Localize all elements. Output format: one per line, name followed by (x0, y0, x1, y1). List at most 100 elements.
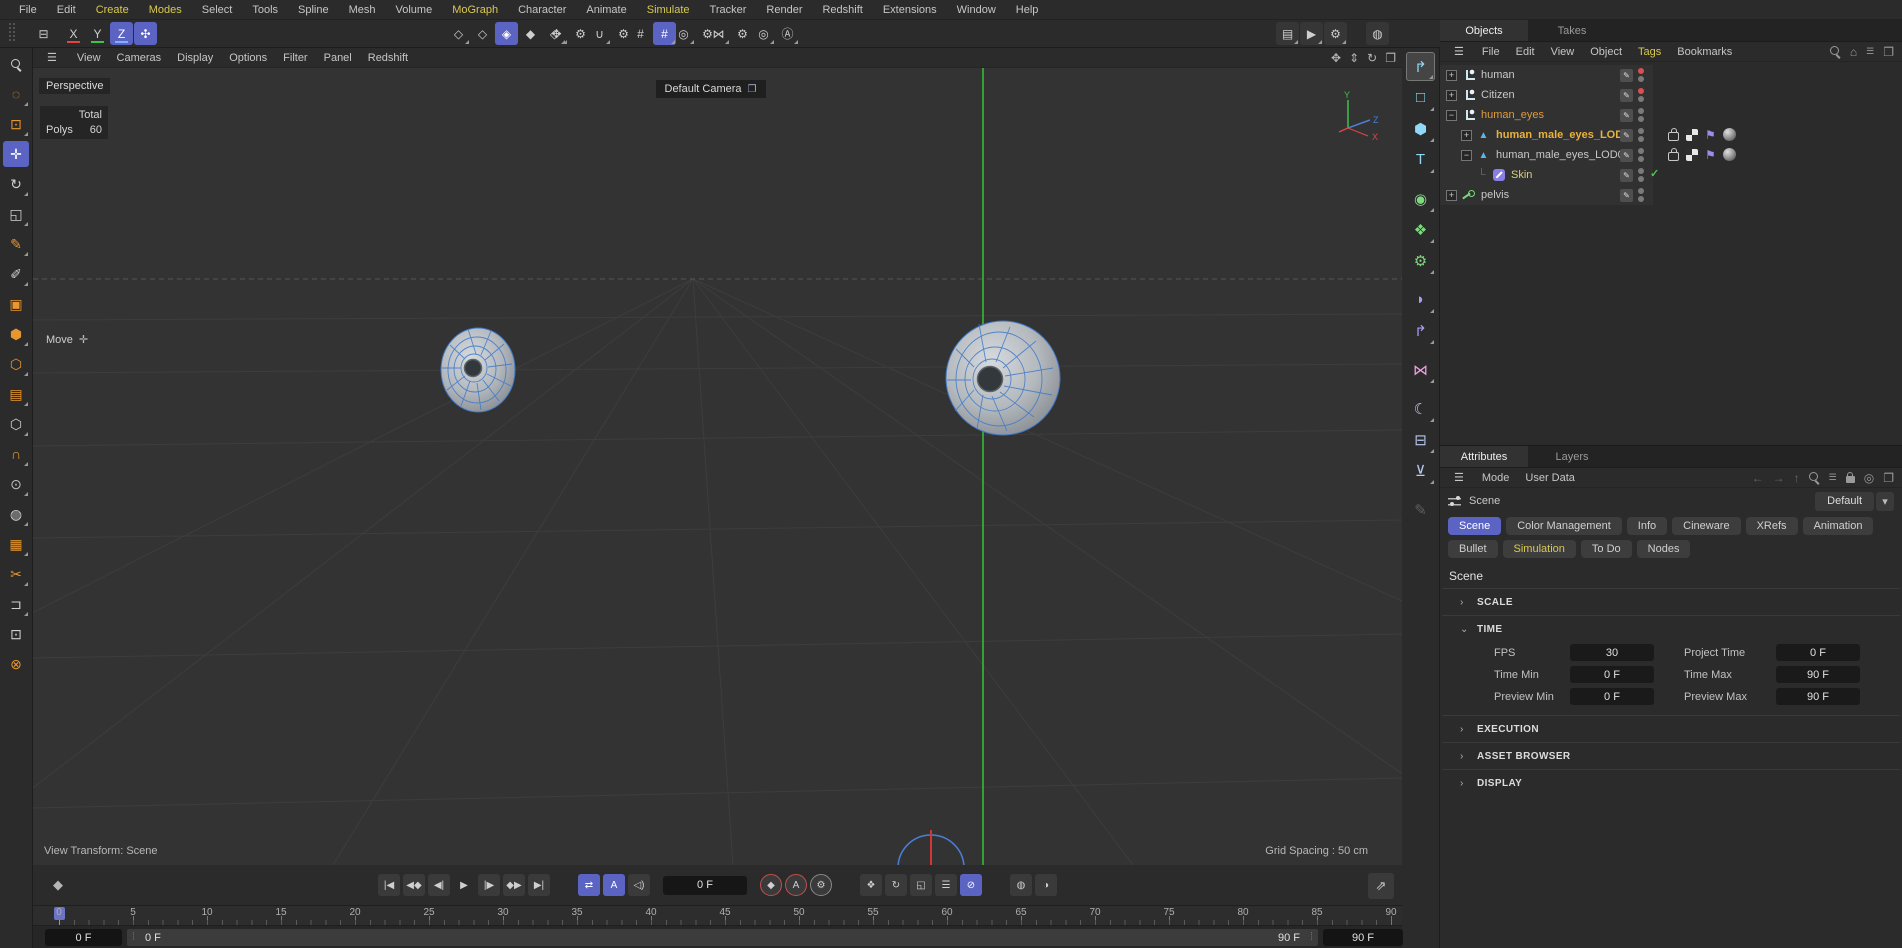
menu-animate[interactable]: Animate (577, 2, 635, 18)
previous-key-button[interactable]: ◀◆ (403, 874, 425, 896)
visibility-dot[interactable] (1638, 88, 1644, 94)
menu-volume[interactable]: Volume (387, 2, 442, 18)
current-frame-field[interactable]: 0 F (45, 929, 122, 946)
dynamics-gear-icon[interactable]: ⚙ (731, 22, 754, 45)
archive-icon[interactable]: ⊟ (32, 22, 55, 45)
viewport-canvas[interactable]: Perspective Total Polys 60 Default Camer… (33, 68, 1402, 865)
view-name-label[interactable]: Perspective (39, 78, 110, 94)
field-project-time[interactable]: 0 F (1776, 644, 1860, 661)
field-object-icon[interactable]: ◉ (1406, 184, 1435, 213)
previous-frame-button[interactable]: ◀| (428, 874, 450, 896)
up-arrow-icon[interactable]: ↑ (1794, 471, 1800, 485)
timeline-ruler[interactable]: 051015202530354045505560657075808590 (33, 905, 1402, 925)
visibility-dot[interactable] (1638, 128, 1644, 134)
volume-object-icon[interactable]: ❖ (1406, 215, 1435, 244)
model-mode-button[interactable]: ◇ (471, 22, 494, 45)
viewport-menu-redshift[interactable]: Redshift (360, 50, 416, 66)
popout-icon[interactable]: ❐ (1883, 471, 1894, 485)
expand-icon[interactable]: + (1446, 90, 1457, 101)
tree-row-pelvis[interactable]: +pelvis✎ (1440, 185, 1902, 205)
collapse-icon[interactable]: − (1461, 150, 1472, 161)
section-header[interactable]: ⌄TIME (1442, 616, 1900, 642)
menu-redshift[interactable]: Redshift (813, 2, 871, 18)
filter-icon[interactable]: ☰ (1829, 472, 1837, 483)
visibility-dot[interactable] (1638, 176, 1644, 182)
rectangle-selection-tool[interactable]: ⊡ (3, 111, 29, 137)
section-header[interactable]: ›EXECUTION (1442, 716, 1900, 742)
visibility-dot[interactable] (1638, 108, 1644, 114)
viewport-menu-filter[interactable]: Filter (275, 50, 315, 66)
move-tool[interactable]: ✛ (3, 141, 29, 167)
viewport-menu-options[interactable]: Options (221, 50, 275, 66)
menu-character[interactable]: Character (509, 2, 575, 18)
visibility-dot[interactable] (1638, 188, 1644, 194)
menu-file[interactable]: File (10, 2, 46, 18)
magnet-snap-button[interactable]: ∪ (588, 22, 611, 45)
tweak-tool[interactable]: ▣ (3, 291, 29, 317)
attr-tab-color-management[interactable]: Color Management (1506, 517, 1622, 535)
visibility-dot[interactable] (1638, 196, 1644, 202)
section-header[interactable]: ›DISPLAY (1442, 770, 1900, 796)
spline-pen-tool[interactable]: ✐ (3, 261, 29, 287)
goto-start-button[interactable]: |◀ (378, 874, 400, 896)
menu-mesh[interactable]: Mesh (340, 2, 385, 18)
object-menu-edit[interactable]: Edit (1508, 45, 1543, 59)
menu-extensions[interactable]: Extensions (874, 2, 946, 18)
key-pla-button[interactable]: ⊘ (960, 874, 982, 896)
attr-tab-animation[interactable]: Animation (1803, 517, 1874, 535)
menu-edit[interactable]: Edit (48, 2, 85, 18)
cloth-iron-tool[interactable]: ⊐ (3, 591, 29, 617)
visibility-dot[interactable] (1638, 76, 1644, 82)
workplane-grid-button[interactable]: # (629, 22, 652, 45)
texture-mode-button[interactable]: ◆ (519, 22, 542, 45)
pen-tool[interactable]: ✎ (3, 231, 29, 257)
viewport-menu-display[interactable]: Display (169, 50, 221, 66)
dynamics-button[interactable]: ⋈ (707, 22, 730, 45)
key-position-button[interactable]: ❖ (860, 874, 882, 896)
maximize-view-icon[interactable]: ❐ (1385, 51, 1396, 65)
field-preview-max[interactable]: 90 F (1776, 688, 1860, 705)
deformer-object-icon[interactable]: ◗ (1406, 285, 1435, 314)
menu-tracker[interactable]: Tracker (701, 2, 756, 18)
attr-tab-simulation[interactable]: Simulation (1503, 540, 1576, 558)
menu-select[interactable]: Select (193, 2, 242, 18)
phong-tag-icon[interactable]: ⚑ (1705, 129, 1716, 141)
visibility-dots[interactable] (1638, 108, 1644, 122)
eyeball-mesh-right[interactable] (946, 321, 1060, 435)
menu-spline[interactable]: Spline (289, 2, 338, 18)
visibility-dots[interactable] (1638, 148, 1644, 162)
back-arrow-icon[interactable]: ← (1752, 471, 1764, 485)
viewport-menu-panel[interactable]: Panel (316, 50, 360, 66)
search-icon[interactable] (1830, 46, 1841, 57)
uvw-tag-icon[interactable] (1686, 149, 1698, 161)
play-mode-button[interactable]: A (603, 874, 625, 896)
tree-row-human_male_eyes_lod1[interactable]: +▲human_male_eyes_LOD1✎⚑ (1440, 125, 1902, 145)
camera-swap-icon[interactable]: ❐ (748, 84, 757, 95)
object-menu-object[interactable]: Object (1582, 45, 1630, 59)
attribute-menu-user-data[interactable]: User Data (1517, 471, 1583, 485)
volume-builder-tool[interactable]: ▦ (3, 531, 29, 557)
knife-tool[interactable]: ✂ (3, 561, 29, 587)
visibility-dots[interactable] (1638, 88, 1644, 102)
section-header[interactable]: ›SCALE (1442, 589, 1900, 615)
layer-edit-icon[interactable]: ✎ (1620, 149, 1633, 162)
object-menu-bookmarks[interactable]: Bookmarks (1669, 45, 1740, 59)
fcurve-editor-button[interactable]: ⇗ (1368, 873, 1394, 899)
menu-help[interactable]: Help (1007, 2, 1048, 18)
sound-button[interactable]: ◁) (628, 874, 650, 896)
visibility-dot[interactable] (1638, 168, 1644, 174)
key-scale-button[interactable]: ◱ (910, 874, 932, 896)
null-object-icon[interactable]: ↱ (1406, 52, 1435, 81)
object-menu-file[interactable]: File (1474, 45, 1508, 59)
autokeying-button[interactable]: A (785, 874, 807, 896)
y-axis-lock-button[interactable]: Y (86, 22, 109, 45)
target-button[interactable]: ◎ (752, 22, 775, 45)
visibility-dots[interactable] (1638, 168, 1644, 182)
key-rotation-button[interactable]: ↻ (885, 874, 907, 896)
text-object-icon[interactable]: T (1406, 145, 1435, 174)
layer-edit-icon[interactable]: ✎ (1620, 89, 1633, 102)
commander-search-button[interactable] (3, 51, 29, 77)
preset-dropdown-arrow-icon[interactable]: ▾ (1876, 492, 1894, 511)
viewport-menu-cameras[interactable]: Cameras (109, 50, 170, 66)
object-menu-tags[interactable]: Tags (1630, 45, 1669, 59)
